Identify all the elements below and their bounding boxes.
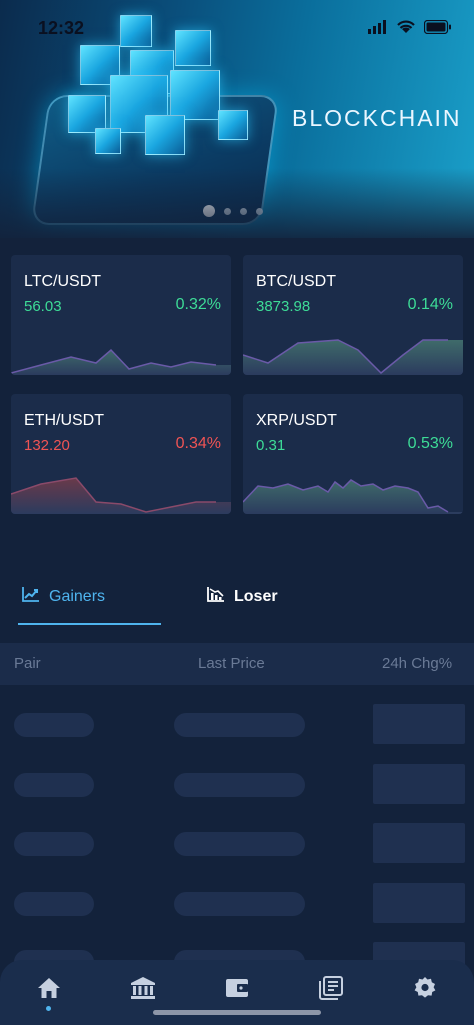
skeleton-pair: [14, 773, 94, 797]
column-header-last-price[interactable]: Last Price: [198, 655, 265, 672]
battery-icon: [423, 19, 452, 39]
skeleton-price: [174, 773, 305, 797]
market-pair: ETH/USDT: [24, 412, 104, 429]
market-pair: LTC/USDT: [24, 273, 102, 290]
carousel-dot-2[interactable]: [224, 207, 231, 215]
market-card-xrp[interactable]: XRP/USDT 0.31 0.53%: [243, 394, 463, 514]
skeleton-price: [174, 892, 305, 916]
market-price: 132.20: [24, 437, 70, 454]
hero-banner[interactable]: 12:32 BLOCKCHAIN: [0, 0, 474, 238]
banner-title: BLOCKCHAIN: [292, 105, 462, 131]
carousel-dot-1[interactable]: [203, 205, 215, 217]
skeleton-change: [373, 823, 465, 863]
status-icons: [368, 19, 452, 39]
column-header-24h-change[interactable]: 24h Chg%: [382, 655, 452, 672]
market-price: 56.03: [24, 298, 62, 315]
market-pair: BTC/USDT: [256, 273, 336, 290]
market-card-btc[interactable]: BTC/USDT 3873.98 0.14%: [243, 255, 463, 375]
skeleton-pair: [14, 713, 94, 737]
bottom-navigation: [0, 960, 474, 1025]
nav-news[interactable]: [317, 975, 345, 1005]
trending-down-chart-icon: [207, 586, 225, 607]
market-card-eth[interactable]: ETH/USDT 132.20 0.34%: [11, 394, 231, 514]
skeleton-change: [373, 883, 465, 923]
table-header: Pair Last Price 24h Chg%: [0, 643, 474, 685]
bank-icon: [130, 976, 156, 1005]
signal-icon: [368, 20, 388, 39]
market-price: 3873.98: [256, 298, 311, 315]
market-change: 0.14%: [407, 296, 453, 313]
nav-wallet[interactable]: [223, 976, 251, 1004]
active-tab-indicator: [18, 623, 161, 625]
home-icon: [37, 977, 61, 1004]
nav-bank[interactable]: [129, 976, 157, 1004]
sparkline-chart: [243, 339, 463, 375]
market-card-ltc[interactable]: LTC/USDT 56.03 0.32%: [11, 255, 231, 375]
column-header-pair[interactable]: Pair: [14, 655, 41, 672]
skeleton-price: [174, 713, 305, 737]
trending-up-chart-icon: [22, 586, 40, 607]
tab-loser[interactable]: Loser: [207, 586, 278, 607]
status-time: 12:32: [38, 18, 85, 38]
wallet-icon: [225, 977, 249, 1004]
tab-gainers[interactable]: Gainers: [22, 586, 105, 607]
sparkline-chart: [243, 479, 463, 514]
skeleton-change: [373, 704, 465, 744]
carousel-indicator[interactable]: [203, 205, 263, 217]
skeleton-pair: [14, 832, 94, 856]
skeleton-pair: [14, 892, 94, 916]
market-pair: XRP/USDT: [256, 412, 337, 429]
nav-active-indicator: [46, 1006, 51, 1011]
carousel-dot-4[interactable]: [256, 207, 263, 215]
tab-loser-label: Loser: [234, 587, 278, 605]
news-icon: [319, 975, 343, 1005]
sparkline-chart: [11, 348, 231, 375]
nav-settings[interactable]: [411, 976, 439, 1004]
home-indicator-bar: [153, 1010, 321, 1015]
carousel-dot-3[interactable]: [240, 207, 247, 215]
market-change: 0.53%: [407, 435, 453, 452]
market-price: 0.31: [256, 437, 286, 454]
market-change: 0.32%: [175, 296, 221, 313]
sparkline-chart: [11, 477, 231, 514]
skeleton-change: [373, 764, 465, 804]
nav-home[interactable]: [35, 976, 63, 1004]
market-change: 0.34%: [175, 435, 221, 452]
tab-gainers-label: Gainers: [49, 587, 106, 605]
skeleton-price: [174, 832, 305, 856]
settings-icon: [413, 976, 437, 1005]
wifi-icon: [396, 20, 416, 39]
